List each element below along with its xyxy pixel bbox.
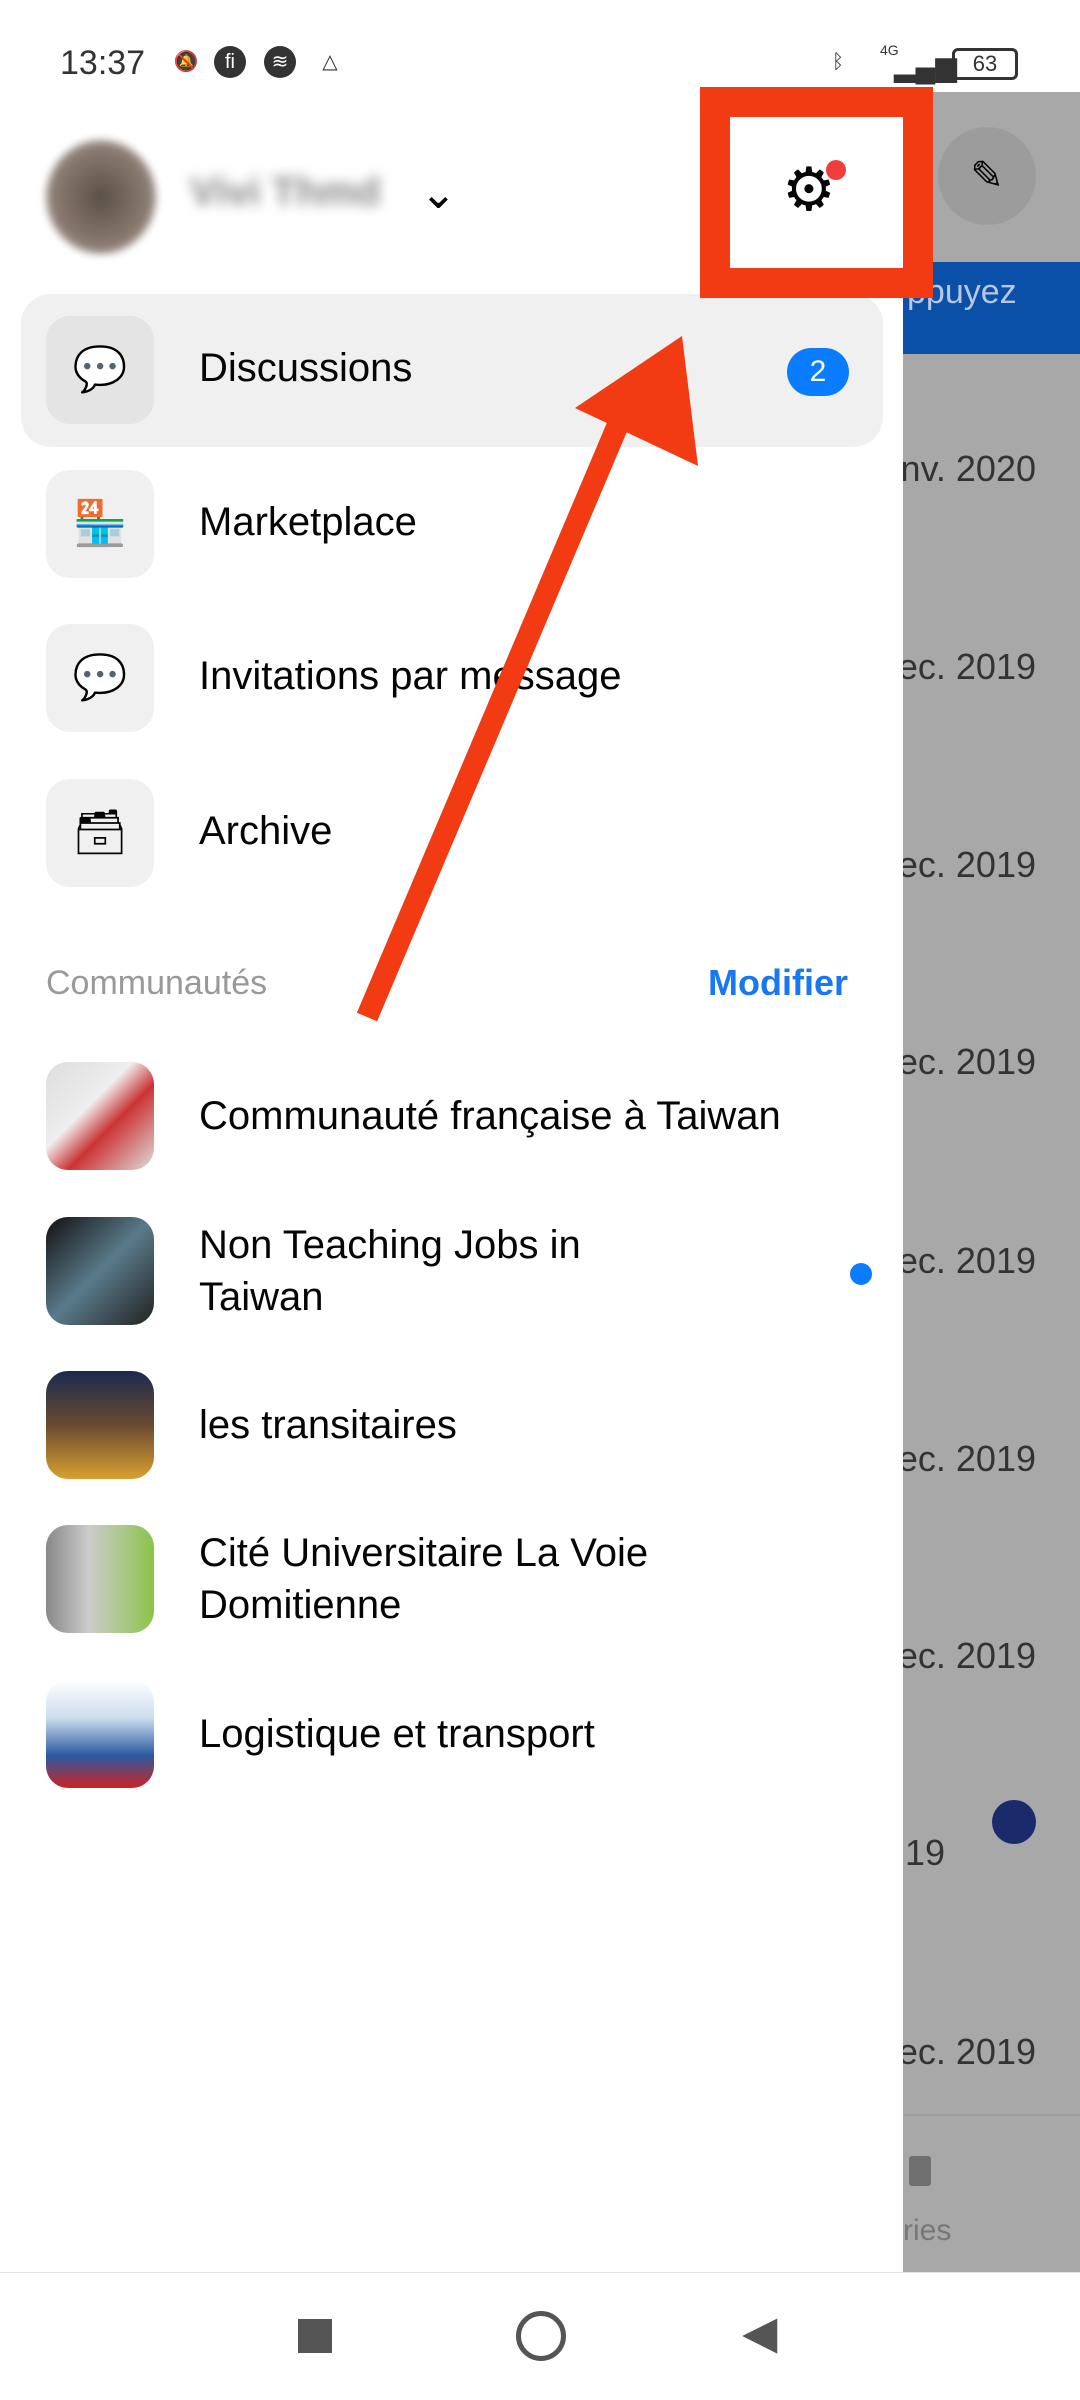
arrow-head	[575, 336, 698, 466]
arrow-shaft	[356, 415, 631, 1022]
annotation-arrow	[356, 336, 698, 1022]
